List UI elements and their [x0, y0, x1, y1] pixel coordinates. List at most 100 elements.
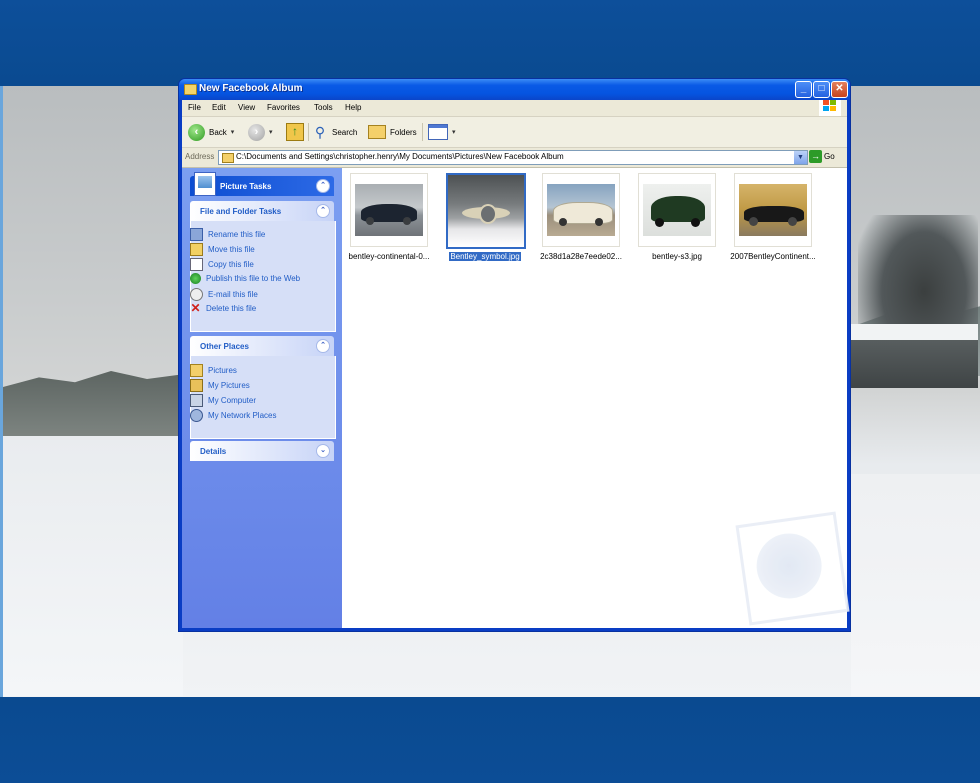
file-folder-tasks-title: File and Folder Tasks	[200, 207, 282, 216]
up-button[interactable]: ↑	[286, 122, 304, 142]
task-label: Publish this file to the Web	[206, 274, 301, 283]
task-delete[interactable]: ✕ Delete this file	[190, 301, 256, 315]
file-name: 2c38d1a28e7eede02...	[540, 252, 622, 261]
forward-button[interactable]: › ▾	[248, 122, 273, 142]
back-label: Back	[209, 127, 227, 137]
menu-favorites[interactable]: Favorites	[267, 103, 300, 112]
task-publish[interactable]: Publish this file to the Web	[190, 273, 300, 284]
picture-tasks-icon	[194, 172, 216, 196]
wallpaper-snow-left	[3, 436, 183, 696]
email-icon	[190, 288, 203, 301]
go-label: Go	[824, 152, 835, 161]
expand-chevron-icon[interactable]: ⌄	[316, 444, 330, 458]
menu-bar: File Edit View Favorites Tools Help	[182, 100, 847, 117]
forward-arrow-icon: ›	[248, 123, 265, 141]
thumbnail-frame	[350, 173, 428, 247]
task-pane: Picture Tasks ⌃ File and Folder Tasks ⌃ …	[182, 168, 342, 628]
other-places-title: Other Places	[200, 342, 249, 351]
back-arrow-icon: ‹	[188, 123, 205, 141]
explorer-window: New Facebook Album _ □ ✕ File Edit View …	[179, 79, 850, 631]
move-icon	[190, 243, 203, 256]
title-bar[interactable]: New Facebook Album _ □ ✕	[179, 79, 850, 100]
place-my-pictures[interactable]: My Pictures	[190, 379, 250, 392]
thumbnail-frame	[638, 173, 716, 247]
task-label: Move this file	[208, 245, 255, 254]
desktop-edge	[0, 86, 3, 697]
back-dropdown-icon[interactable]: ▾	[231, 128, 235, 136]
menu-tools[interactable]: Tools	[314, 103, 333, 112]
up-folder-icon: ↑	[286, 123, 304, 141]
place-pictures[interactable]: Pictures	[190, 364, 237, 377]
task-rename[interactable]: Rename this file	[190, 228, 265, 241]
forward-dropdown-icon[interactable]: ▾	[269, 128, 273, 136]
search-icon: ⚲	[314, 124, 326, 140]
task-label: Copy this file	[208, 260, 254, 269]
details-header[interactable]: Details ⌄	[190, 441, 334, 461]
task-label: E-mail this file	[208, 290, 258, 299]
address-bar: Address C:\Documents and Settings\christ…	[182, 148, 847, 168]
place-network[interactable]: My Network Places	[190, 409, 276, 422]
search-button[interactable]: ⚲ Search	[312, 122, 358, 142]
collapse-chevron-icon[interactable]: ⌃	[316, 339, 330, 353]
rename-icon	[190, 228, 203, 241]
file-name: bentley-s3.jpg	[652, 252, 702, 261]
collapse-chevron-icon[interactable]: ⌃	[316, 204, 330, 218]
minimize-button[interactable]: _	[795, 81, 812, 98]
file-view[interactable]: bentley-continental-0... Bentley_symbol.…	[342, 168, 850, 628]
network-icon	[190, 409, 203, 422]
wallpaper-snow-right	[851, 474, 980, 696]
watermark-disc	[752, 529, 826, 603]
picture-tasks-header[interactable]: Picture Tasks ⌃	[190, 172, 334, 196]
address-input[interactable]: C:\Documents and Settings\christopher.he…	[218, 150, 808, 165]
desktop-bottom-band	[0, 697, 980, 783]
menu-view[interactable]: View	[238, 103, 255, 112]
menu-help[interactable]: Help	[345, 103, 361, 112]
car-image-5	[739, 184, 807, 236]
collapse-chevron-icon[interactable]: ⌃	[316, 179, 330, 193]
bentley-logo-image	[448, 175, 524, 247]
folder-icon	[222, 153, 234, 163]
folders-button[interactable]: Folders	[368, 122, 417, 142]
wallpaper-cabin	[850, 340, 978, 388]
address-dropdown-icon[interactable]: ▼	[794, 151, 807, 164]
picture-folder-watermark-icon	[735, 511, 850, 626]
menu-file[interactable]: File	[188, 103, 201, 112]
task-move[interactable]: Move this file	[190, 243, 255, 256]
views-dropdown-icon[interactable]: ▾	[452, 128, 456, 136]
search-label: Search	[332, 127, 358, 137]
picture-tasks-title: Picture Tasks	[220, 182, 272, 191]
thumbnail-frame	[734, 173, 812, 247]
menu-edit[interactable]: Edit	[212, 103, 226, 112]
file-name: Bentley_symbol.jpg	[449, 252, 521, 261]
globe-icon	[190, 273, 201, 284]
task-copy[interactable]: Copy this file	[190, 258, 254, 271]
file-name: bentley-continental-0...	[348, 252, 430, 261]
place-label: My Pictures	[208, 381, 250, 390]
folders-icon	[368, 125, 386, 139]
maximize-button[interactable]: □	[813, 81, 830, 98]
place-label: Pictures	[208, 366, 237, 375]
my-pictures-icon	[190, 379, 203, 392]
file-folder-tasks-header[interactable]: File and Folder Tasks ⌃	[190, 201, 334, 221]
toolbar-separator	[308, 123, 309, 141]
place-label: My Network Places	[208, 411, 277, 420]
other-places-header[interactable]: Other Places ⌃	[190, 336, 334, 356]
place-label: My Computer	[208, 396, 257, 405]
task-label: Rename this file	[208, 230, 266, 239]
copy-icon	[190, 258, 203, 271]
thumbnail-frame	[446, 173, 526, 249]
car-image-1	[355, 184, 423, 236]
task-email[interactable]: E-mail this file	[190, 288, 258, 301]
thumbnail-frame	[542, 173, 620, 247]
back-button[interactable]: ‹ Back ▾	[188, 122, 234, 142]
delete-icon: ✕	[190, 301, 201, 315]
close-button[interactable]: ✕	[831, 81, 848, 98]
go-button[interactable]: → Go	[809, 150, 835, 163]
views-icon	[428, 124, 448, 140]
desktop-top-band	[0, 0, 980, 86]
file-name: 2007BentleyContinent...	[730, 252, 816, 261]
address-label: Address	[185, 152, 215, 161]
views-button[interactable]: ▾	[428, 122, 456, 142]
place-my-computer[interactable]: My Computer	[190, 394, 256, 407]
folder-icon	[190, 364, 203, 377]
